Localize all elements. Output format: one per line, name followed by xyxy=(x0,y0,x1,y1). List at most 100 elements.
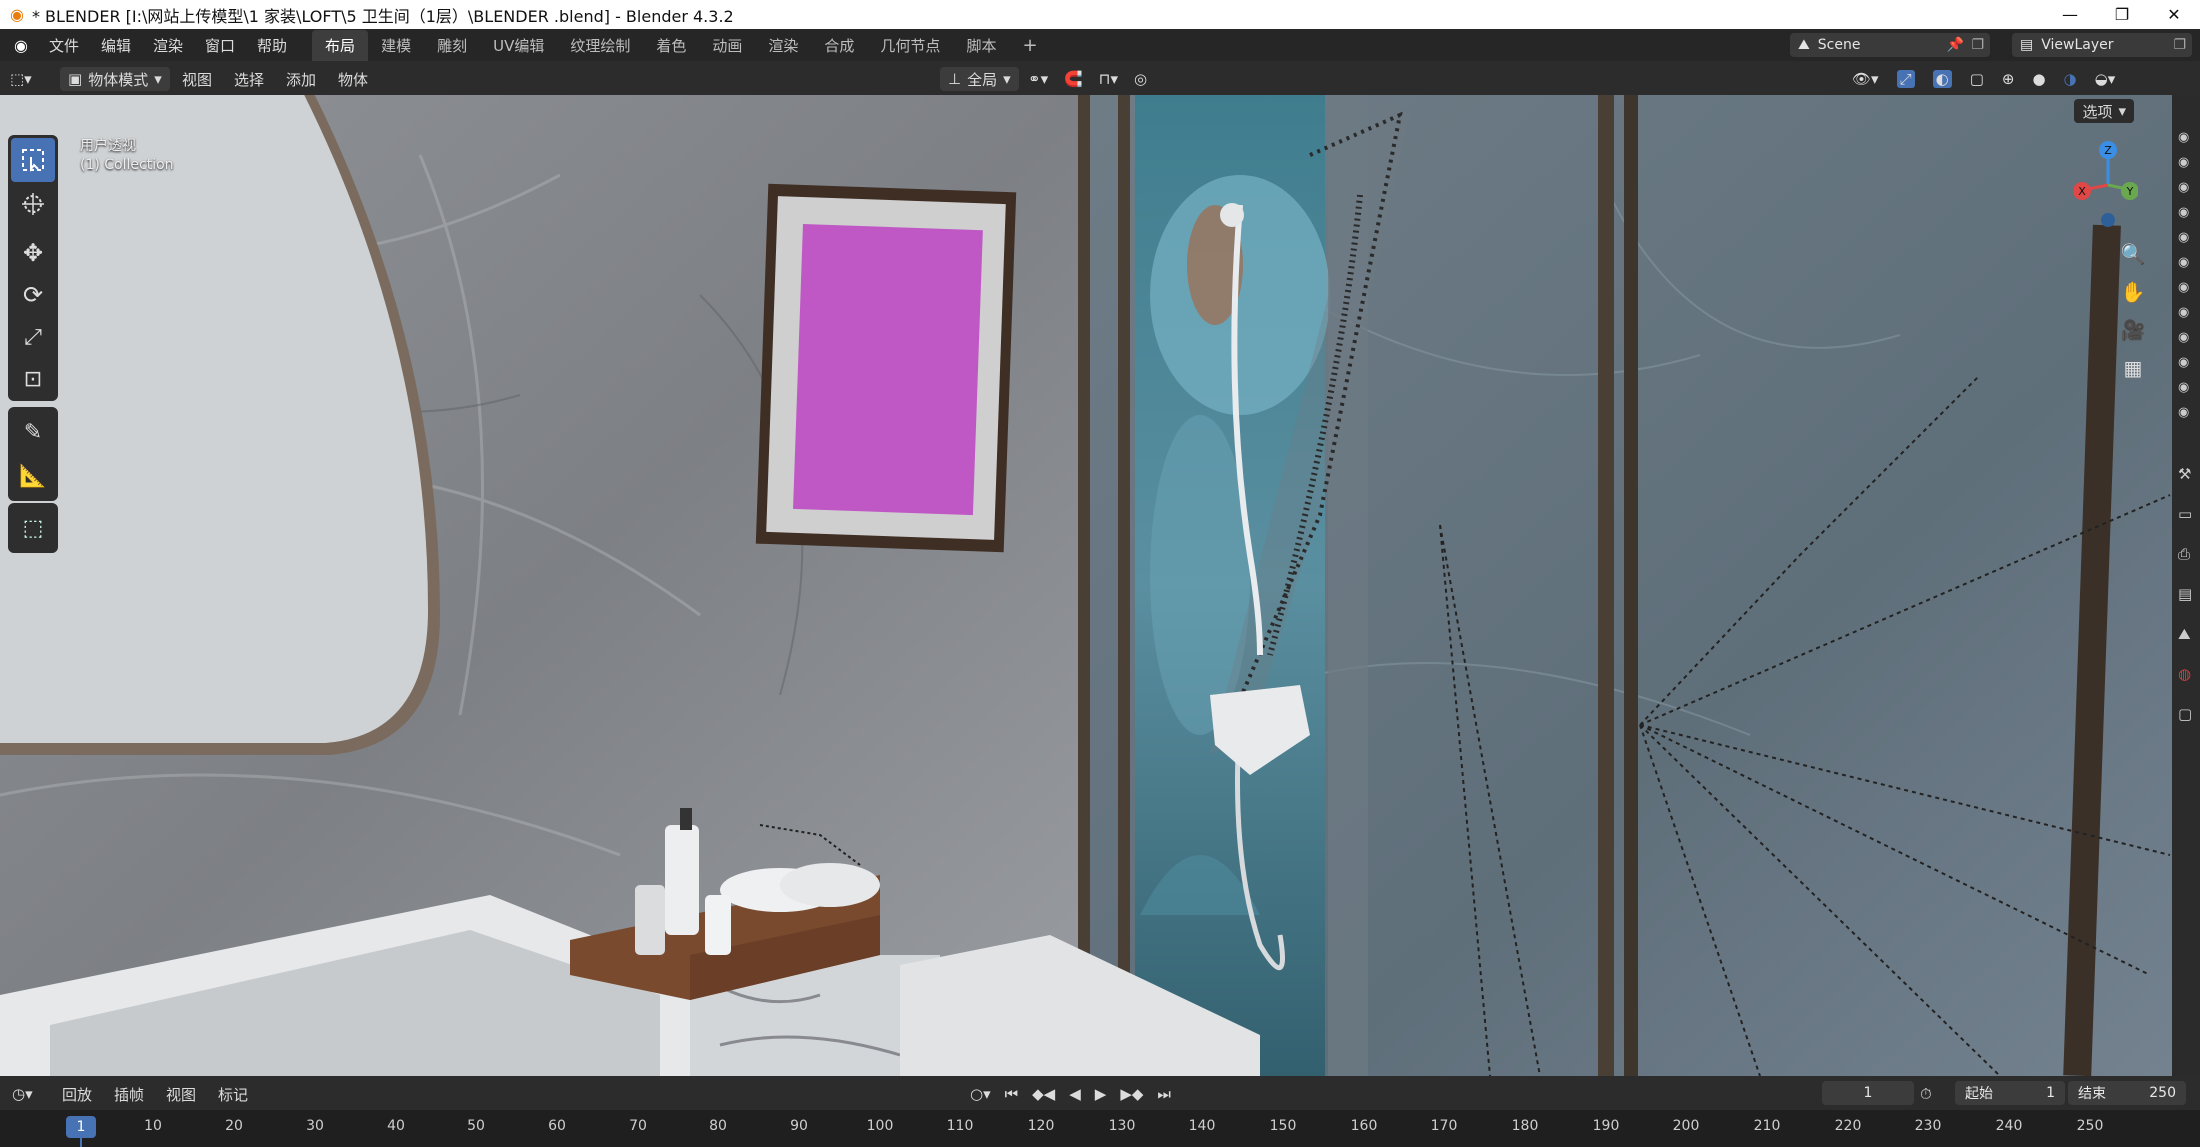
menu-file[interactable]: 文件 xyxy=(38,35,90,56)
move-icon[interactable]: ✥ xyxy=(11,232,55,274)
tab-scripting[interactable]: 脚本 xyxy=(953,30,1009,61)
snap-icon[interactable]: 🧲 xyxy=(1064,70,1083,88)
select-box-icon[interactable] xyxy=(11,138,55,182)
tab-texture-paint[interactable]: 纹理绘制 xyxy=(557,30,643,61)
tab-layout[interactable]: 布局 xyxy=(312,29,369,61)
menu-render[interactable]: 渲染 xyxy=(142,35,194,56)
play-icon[interactable]: ▶ xyxy=(1095,1085,1107,1103)
options-dropdown[interactable]: 选项 ▾ xyxy=(2074,99,2134,123)
new-viewlayer-icon[interactable]: ❐ xyxy=(2173,37,2186,53)
prev-keyframe-icon[interactable]: ◆◀ xyxy=(1032,1085,1055,1103)
menu-marker[interactable]: 标记 xyxy=(218,1084,248,1105)
add-cube-icon[interactable]: ⬚ xyxy=(11,506,55,550)
menu-view[interactable]: 视图 xyxy=(166,1084,196,1105)
world-properties-icon[interactable]: ◍ xyxy=(2178,665,2191,683)
output-properties-icon[interactable]: ⎙ xyxy=(2178,545,2190,563)
close-icon[interactable]: ✕ xyxy=(2148,0,2200,29)
play-reverse-icon[interactable]: ◀ xyxy=(1069,1085,1081,1103)
tab-animation[interactable]: 动画 xyxy=(699,30,755,61)
menu-playback[interactable]: 回放 xyxy=(62,1084,92,1105)
view-layer-properties-icon[interactable]: ▤ xyxy=(2178,585,2192,603)
scene-render[interactable] xyxy=(0,95,2172,1076)
add-workspace-icon[interactable]: + xyxy=(1009,30,1050,61)
3d-viewport[interactable]: ✥ ⟳ ⤢ ⊡ ✎ 📐 ⬚ 用户透视 (1) Collection 选项 ▾ Z … xyxy=(0,95,2172,1076)
tool-properties-icon[interactable]: ⚒ xyxy=(2178,465,2191,483)
tab-compositing[interactable]: 合成 xyxy=(811,30,867,61)
tab-sculpting[interactable]: 雕刻 xyxy=(424,30,480,61)
jump-start-icon[interactable]: ⏮ xyxy=(1005,1085,1019,1103)
svg-text:Y: Y xyxy=(2126,185,2134,198)
maximize-icon[interactable]: ❐ xyxy=(2096,0,2148,29)
pivot-icon[interactable]: ⚭▾ xyxy=(1028,70,1048,88)
shading-wire-icon[interactable]: ⊕ xyxy=(2002,70,2015,88)
menu-keying[interactable]: 插帧 xyxy=(114,1084,144,1105)
visibility-icon[interactable]: 👁▾ xyxy=(1852,70,1879,88)
editor-type-button[interactable]: ⬚▾ xyxy=(10,67,32,91)
overlay-icon[interactable]: ◐ xyxy=(1932,70,1952,88)
current-frame-field[interactable]: 1 xyxy=(1822,1081,1914,1105)
frame-tick: 190 xyxy=(1592,1118,1620,1134)
menu-add[interactable]: 添加 xyxy=(286,69,316,90)
hand-icon[interactable]: ✋ xyxy=(2116,275,2150,309)
frame-tick: 210 xyxy=(1753,1118,1781,1134)
add-tools: ⬚ xyxy=(8,503,58,553)
tab-rendering[interactable]: 渲染 xyxy=(755,30,811,61)
frame-tick: 60 xyxy=(548,1118,566,1134)
jump-end-icon[interactable]: ⏭ xyxy=(1157,1085,1171,1103)
viewport-collection-label: (1) Collection xyxy=(80,157,174,173)
camera-icon[interactable]: 🎥 xyxy=(2116,313,2150,347)
transform-icon[interactable]: ⊡ xyxy=(11,359,55,401)
playhead[interactable]: 1 xyxy=(66,1116,96,1138)
viewport-header: ⬚▾ ▣ 物体模式 ▾ 视图 选择 添加 物体 ⊥ 全局 ▾ ⚭▾ 🧲 ⊓▾ ◎ 👁▾ … xyxy=(0,61,2200,95)
menu-help[interactable]: 帮助 xyxy=(246,35,298,56)
shading-render-icon[interactable]: ◒▾ xyxy=(2095,70,2116,88)
proportional-edit-icon[interactable]: ◎ xyxy=(1134,70,1147,88)
grid-icon[interactable]: ▦ xyxy=(2116,351,2150,385)
xray-icon[interactable]: ▢ xyxy=(1970,70,1984,88)
auto-keying-icon[interactable]: ○▾ xyxy=(970,1085,991,1103)
render-properties-icon[interactable]: ▭ xyxy=(2178,505,2192,523)
frame-ruler[interactable]: 1 10 20 30 40 50 60 70 80 90 100 110 120… xyxy=(0,1110,2200,1147)
camera-icon[interactable]: ◉ ◉ ◉ ◉ ◉ ◉ ◉ ◉ ◉ ◉ ◉ ◉ xyxy=(2178,125,2189,425)
scene-properties-icon[interactable]: ⛰ xyxy=(2178,625,2191,643)
gizmo-neg-z[interactable] xyxy=(2101,213,2115,227)
shading-material-icon[interactable]: ◑ xyxy=(2064,70,2077,88)
menu-select[interactable]: 选择 xyxy=(234,69,264,90)
scale-icon[interactable]: ⤢ xyxy=(11,317,55,359)
menu-edit[interactable]: 编辑 xyxy=(90,35,142,56)
tab-geometry-nodes[interactable]: 几何节点 xyxy=(867,30,953,61)
zoom-icon[interactable]: 🔍 xyxy=(2116,237,2150,271)
pin-icon[interactable]: 📌 xyxy=(1947,37,1964,53)
shading-solid-icon[interactable]: ● xyxy=(2032,70,2045,88)
scene-selector[interactable]: ⛰ Scene 📌 ❐ xyxy=(1790,33,1990,57)
cursor-icon[interactable] xyxy=(11,182,55,226)
measure-icon[interactable]: 📐 xyxy=(11,454,55,498)
minimize-icon[interactable]: — xyxy=(2044,0,2096,29)
mode-dropdown[interactable]: ▣ 物体模式 ▾ xyxy=(60,67,170,91)
annotate-icon[interactable]: ✎ xyxy=(11,410,55,454)
menu-window[interactable]: 窗口 xyxy=(194,35,246,56)
gizmo-icon[interactable]: ⤢ xyxy=(1896,70,1915,88)
next-keyframe-icon[interactable]: ▶◆ xyxy=(1120,1085,1143,1103)
properties-strip: ◉ ◉ ◉ ◉ ◉ ◉ ◉ ◉ ◉ ◉ ◉ ◉ ⚒ ▭ ⎙ ▤ ⛰ ◍ ▢ xyxy=(2172,95,2200,1076)
start-frame-field[interactable]: 起始 1 xyxy=(1955,1081,2065,1105)
new-scene-icon[interactable]: ❐ xyxy=(1971,37,1984,53)
preview-range-icon[interactable]: ⏱ xyxy=(1920,1082,1932,1106)
viewlayer-selector[interactable]: ▤ ViewLayer ❐ xyxy=(2012,33,2192,57)
tab-uv-editing[interactable]: UV编辑 xyxy=(480,30,557,61)
orientation-dropdown[interactable]: ⊥ 全局 ▾ xyxy=(940,67,1019,91)
end-frame-field[interactable]: 结束 250 xyxy=(2068,1081,2186,1105)
navigation-gizmo[interactable]: Z Y X xyxy=(2058,135,2138,235)
snap-mode-icon[interactable]: ⊓▾ xyxy=(1099,70,1118,88)
menu-object[interactable]: 物体 xyxy=(338,69,368,90)
playhead-line xyxy=(80,1138,82,1147)
collection-properties-icon[interactable]: ▢ xyxy=(2178,705,2192,723)
tab-modeling[interactable]: 建模 xyxy=(368,30,424,61)
menu-view[interactable]: 视图 xyxy=(182,69,212,90)
timeline-editor-icon[interactable]: ◷▾ xyxy=(12,1082,33,1106)
timeline-header: ◷▾ 回放 插帧 视图 标记 ○▾ ⏮ ◆◀ ◀ ▶ ▶◆ ⏭ 1 ⏱ 起始 1… xyxy=(0,1076,2200,1110)
rotate-icon[interactable]: ⟳ xyxy=(11,274,55,316)
blender-menu-icon[interactable]: ◉ xyxy=(0,36,38,55)
end-frame-value: 250 xyxy=(2149,1085,2176,1101)
tab-shading[interactable]: 着色 xyxy=(643,30,699,61)
